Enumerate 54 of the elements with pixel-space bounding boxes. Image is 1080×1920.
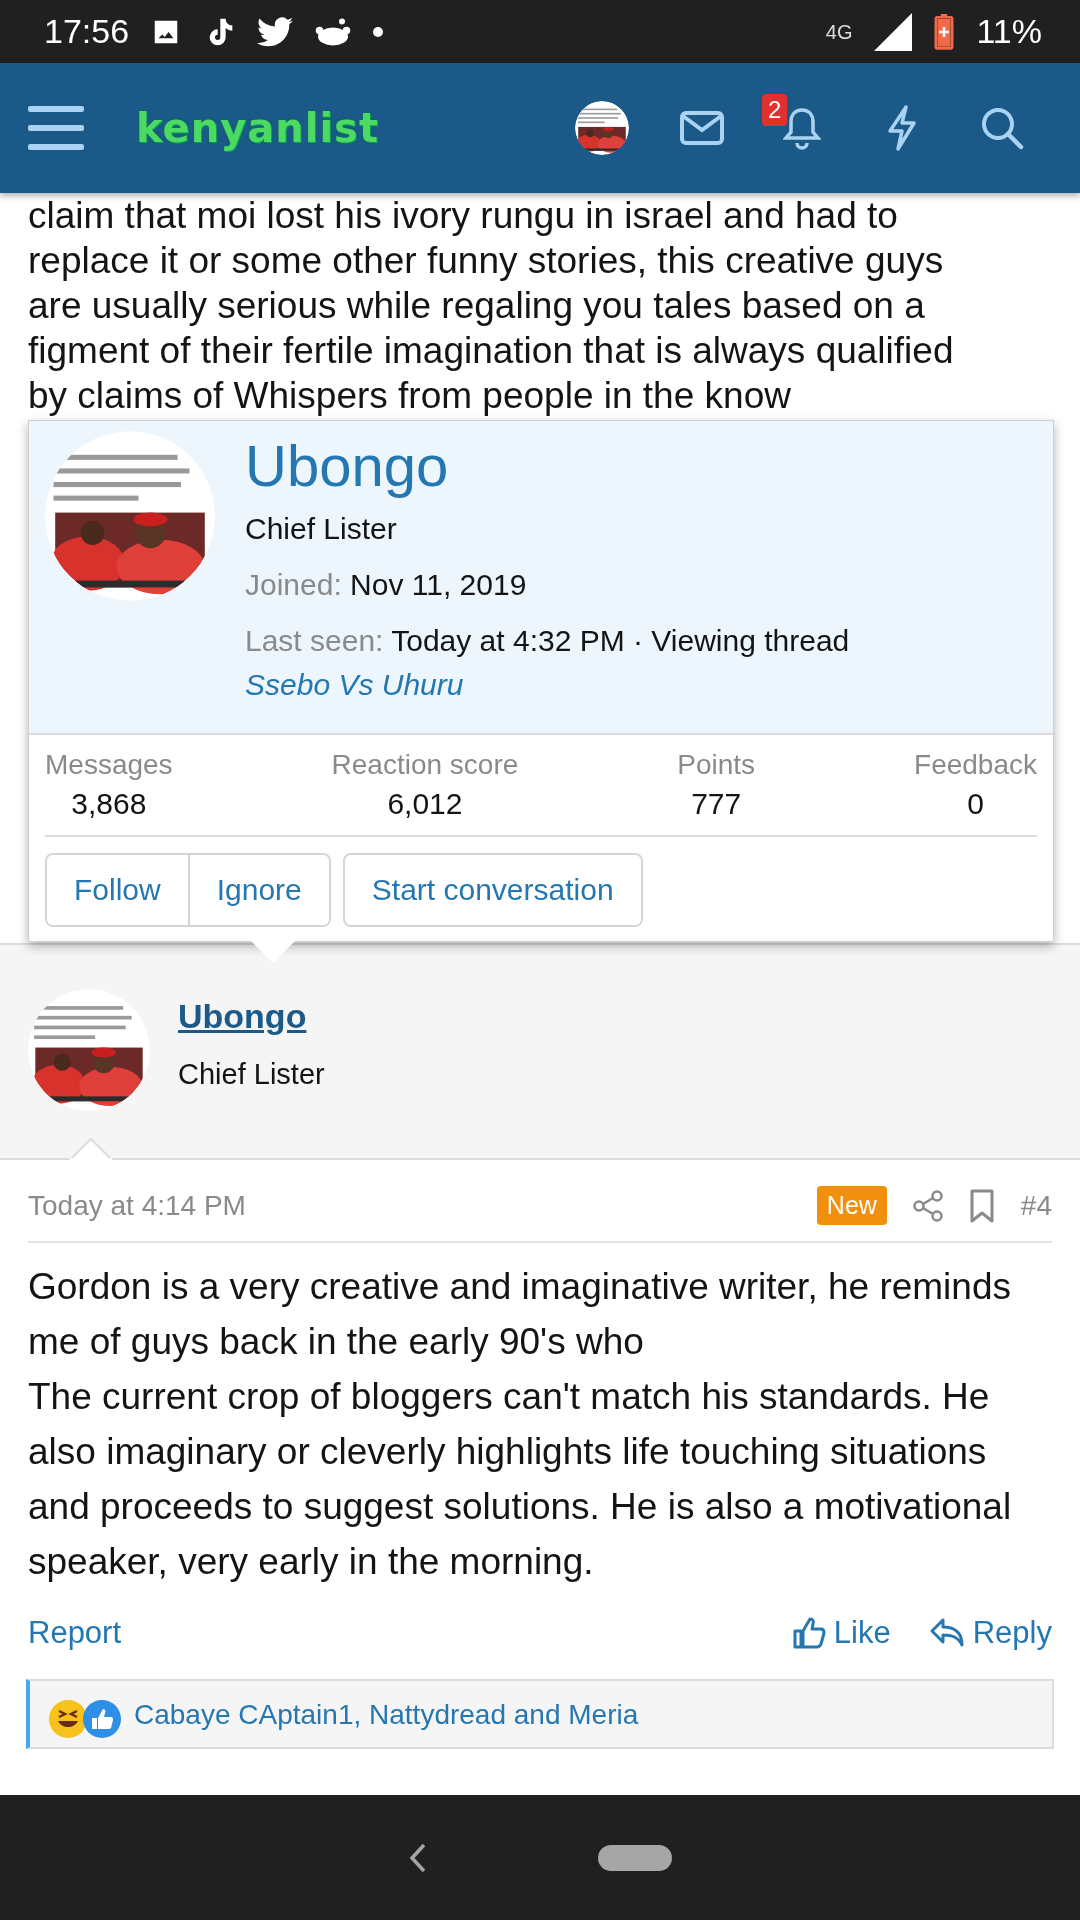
card-action-button[interactable]: Start conversation xyxy=(344,855,641,925)
report-link[interactable]: Report xyxy=(28,1615,122,1651)
card-action-button[interactable]: Ignore xyxy=(187,855,329,925)
post-paragraph: The current crop of bloggers can't match his standards. He also imaginary or cleverly highlights life touching situations and proceeds to suggest solutions. He is also a motivational speaker, very early in the morning. xyxy=(28,1375,1013,1584)
laughing-emoji-icon xyxy=(48,1699,88,1739)
lightning-icon[interactable] xyxy=(886,105,918,151)
stat-label: Feedback xyxy=(914,749,1037,781)
alien-icon xyxy=(315,16,352,47)
stat-label: Messages xyxy=(45,749,173,781)
post-paragraph: Gordon is a very creative and imaginative writer, he reminds me of guys back in the early 90's who xyxy=(28,1265,1012,1364)
back-icon[interactable] xyxy=(408,1841,428,1874)
author-name[interactable]: Ubongo xyxy=(178,997,325,1036)
network-type: 4G xyxy=(825,21,853,42)
dot-icon xyxy=(373,26,384,37)
post-time[interactable]: Today at 4:14 PM xyxy=(28,1189,791,1222)
share-icon[interactable] xyxy=(912,1189,943,1222)
bell-icon[interactable] xyxy=(783,106,821,150)
post-text-line: claim that moi lost his ivory rungu in israel and had to xyxy=(28,194,899,238)
site-logo[interactable]: kenyanlist xyxy=(136,105,380,151)
joined-date: Joined: Nov 11, 2019 xyxy=(245,567,528,603)
notification-count: 2 xyxy=(762,94,788,126)
last-seen-text: Last seen: Today at 4:32 PM · Viewing thread Ssebo Vs Uhuru xyxy=(245,623,851,703)
battery-icon xyxy=(934,13,955,50)
post-number[interactable]: #4 xyxy=(1020,1189,1052,1222)
member-name[interactable]: Ubongo xyxy=(245,431,1033,501)
thumbs-up-icon xyxy=(791,1616,826,1650)
thread-link[interactable]: Ssebo Vs Uhuru xyxy=(245,668,464,701)
post-text-line: by claims of Whispers from people in the know xyxy=(28,374,792,418)
stat-value: 0 xyxy=(967,787,984,821)
search-icon[interactable] xyxy=(980,106,1024,150)
stat-label: Reaction score xyxy=(331,749,519,781)
reply-button[interactable]: Reply xyxy=(928,1615,1052,1651)
stat-value: 777 xyxy=(691,787,742,821)
mail-icon[interactable] xyxy=(680,111,724,145)
home-button[interactable] xyxy=(598,1844,672,1871)
stat-value: 3,868 xyxy=(71,787,147,821)
post-text-line: are usually serious while regaling you tales based on a xyxy=(28,284,926,328)
battery-level: 11% xyxy=(976,12,1042,51)
signal-icon xyxy=(874,12,913,51)
stat-label: Points xyxy=(677,749,756,781)
bird-icon xyxy=(257,16,294,47)
author-title: Chief Lister xyxy=(178,1058,325,1091)
like-button[interactable]: Like xyxy=(791,1615,891,1651)
new-badge: New xyxy=(816,1186,887,1225)
stat-value: 6,012 xyxy=(387,787,463,821)
bookmark-icon[interactable] xyxy=(968,1188,995,1223)
member-title: Chief Lister xyxy=(245,511,398,547)
thumbs-up-icon xyxy=(82,1699,122,1739)
post-text-line: replace it or some other funny stories, this creative guys xyxy=(28,239,945,283)
clock-time: 17:56 xyxy=(44,12,130,51)
reactions-text[interactable]: Cabaye CAptain1, Nattydread and Meria xyxy=(134,1699,639,1731)
post-text-line: figment of their fertile imagination that is always qualified xyxy=(28,329,955,373)
reply-icon xyxy=(928,1617,965,1649)
menu-icon[interactable] xyxy=(28,104,84,152)
